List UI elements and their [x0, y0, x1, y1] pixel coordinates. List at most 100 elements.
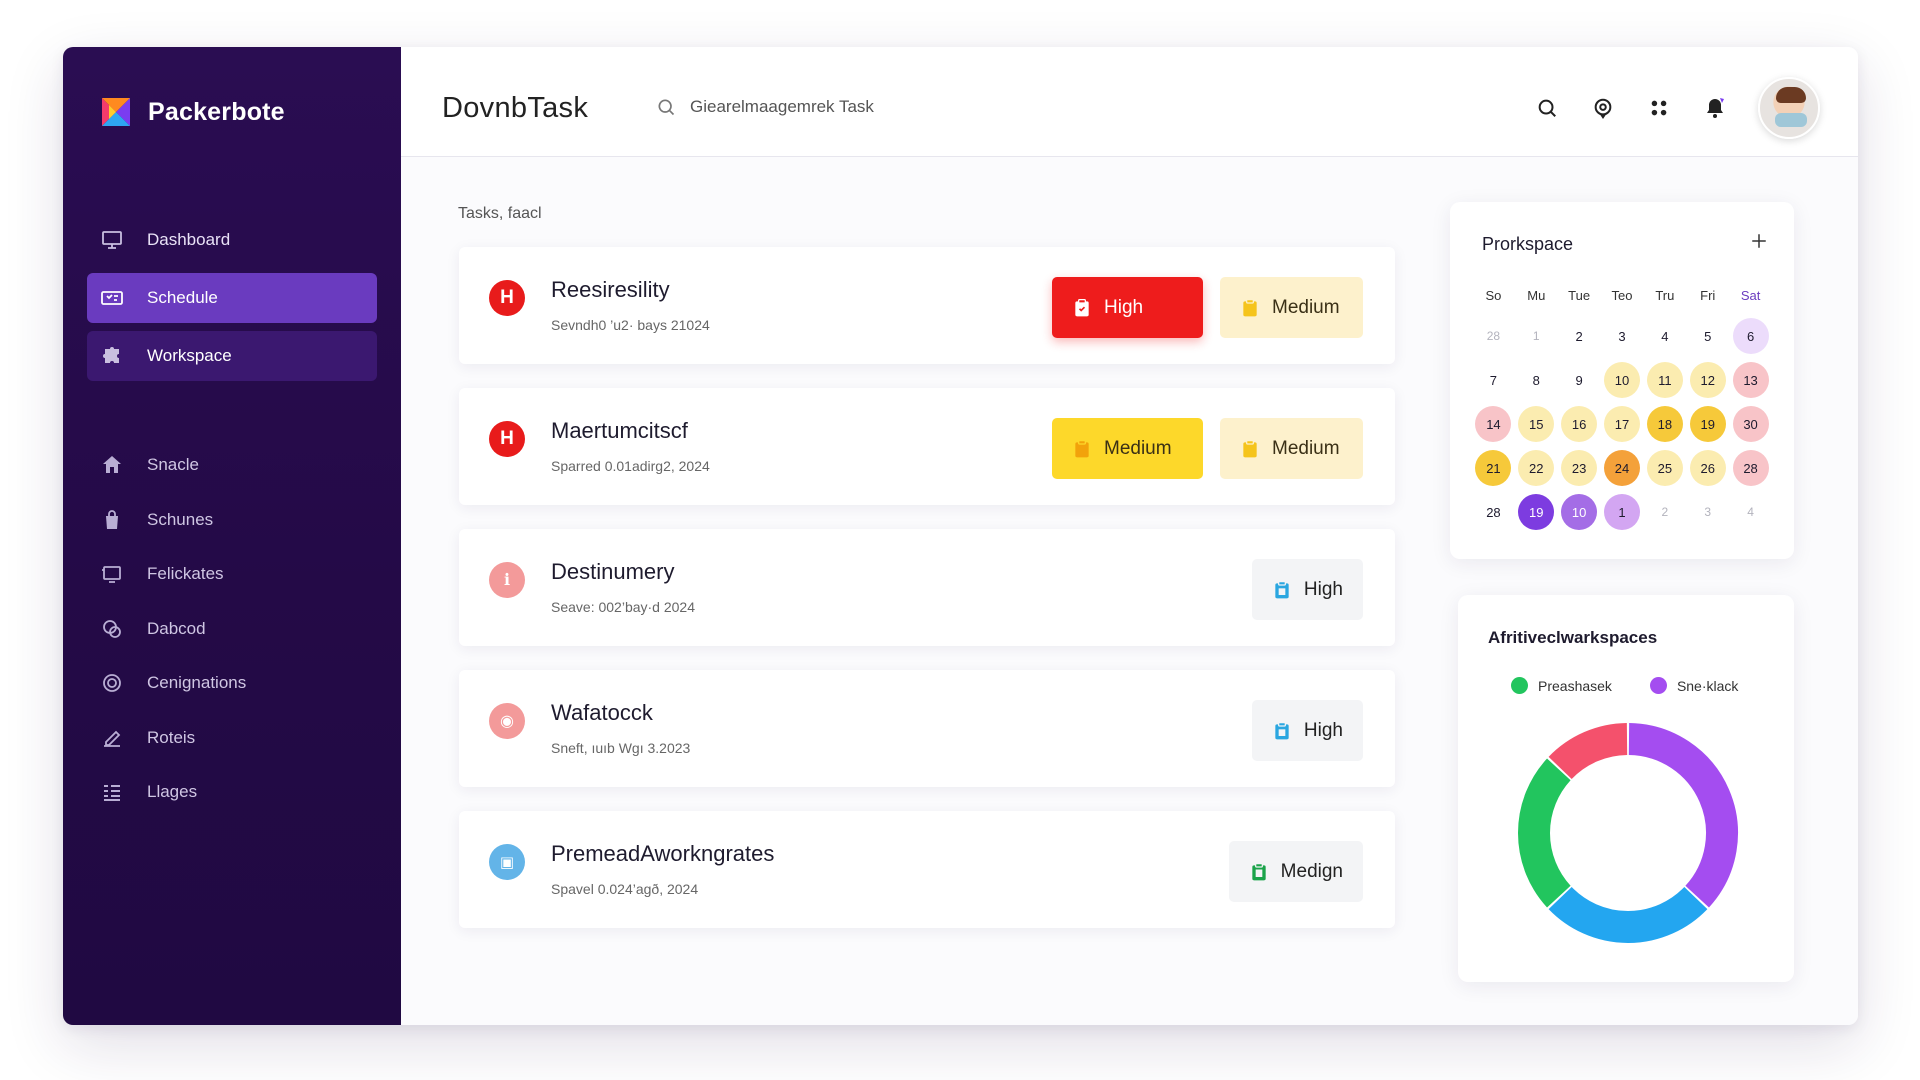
notification-bell-icon[interactable]	[1702, 95, 1728, 121]
calendar-day[interactable]: 1	[1515, 317, 1558, 355]
donut-chart	[1518, 723, 1738, 943]
badge-label: Medium	[1104, 437, 1172, 459]
calendar-day[interactable]: 10	[1601, 361, 1644, 399]
calendar-day[interactable]: 30	[1729, 405, 1772, 443]
calendar-day[interactable]: 8	[1515, 361, 1558, 399]
calendar-day[interactable]: 18	[1643, 405, 1686, 443]
sidebar-item-roteis[interactable]: Roteis	[87, 711, 377, 766]
legend-dot	[1649, 677, 1667, 694]
calendar-day[interactable]: 25	[1643, 449, 1686, 487]
calendar-day-number: 4	[1661, 328, 1669, 344]
search-icon[interactable]	[1534, 95, 1560, 121]
priority-badge-medium[interactable]: Medium	[1220, 418, 1363, 479]
calendar-day-number: 17	[1603, 406, 1640, 442]
calendar-day-number: 26	[1689, 450, 1726, 486]
calendar-day-number: 22	[1518, 450, 1555, 486]
calendar-day[interactable]: 11	[1643, 361, 1686, 399]
sidebar-item-snacle[interactable]: Snacle	[87, 438, 377, 493]
badge-label: High	[1104, 296, 1144, 318]
calendar-day-number: 24	[1603, 450, 1640, 486]
task-card[interactable]: ◉ Wafatocck Sneft, ıuıb Wgı 3.2023 High	[459, 670, 1395, 787]
clipboard-icon	[1275, 580, 1289, 598]
brand[interactable]: Packerbote	[96, 92, 285, 132]
calendar-day[interactable]: 23	[1558, 449, 1601, 487]
calendar-day[interactable]: 4	[1729, 493, 1772, 531]
task-card[interactable]: ℹ Destinumery Seave: 002’bay·d 2024 High	[459, 529, 1395, 646]
task-card[interactable]: ▣ PremeadAworkngrates Spavel 0.024’agð, …	[459, 811, 1395, 928]
calendar-day[interactable]: 9	[1558, 361, 1601, 399]
priority-badge-medium[interactable]: Medium	[1220, 277, 1363, 338]
search-input[interactable]: Giearelmaagemrek Task	[690, 97, 874, 117]
calendar-day[interactable]: 12	[1686, 361, 1729, 399]
sidebar-item-llages[interactable]: Llages	[87, 765, 377, 820]
icon-glyph: ℹ	[503, 572, 511, 589]
sidebar-item-schunes[interactable]: Schunes	[87, 493, 377, 548]
calendar-day[interactable]: 4	[1643, 317, 1686, 355]
priority-badge-medign[interactable]: Medign	[1228, 841, 1363, 902]
apps-grid-icon[interactable]	[1646, 95, 1672, 121]
priority-badge-high[interactable]: High	[1251, 700, 1363, 761]
calendar-day[interactable]: 22	[1515, 449, 1558, 487]
badge-label: Medign	[1280, 860, 1343, 882]
calendar-day-number: 6	[1732, 318, 1769, 354]
calendar-day[interactable]: 24	[1601, 449, 1644, 487]
sidebar-item-workspace[interactable]: Workspace	[87, 331, 377, 381]
calendar-day[interactable]: 13	[1729, 361, 1772, 399]
legend-dot	[1511, 677, 1528, 694]
sidebar-item-dashboard[interactable]: Dashboard	[87, 215, 377, 265]
calendar-day[interactable]: 5	[1686, 317, 1729, 355]
donut-segment[interactable]	[1628, 723, 1738, 908]
calendar-day[interactable]: 15	[1515, 405, 1558, 443]
calendar-day[interactable]: 17	[1601, 405, 1644, 443]
priority-badge-high[interactable]: High	[1251, 559, 1363, 620]
calendar-day[interactable]: 2	[1643, 493, 1686, 531]
calendar-day-number: 18	[1646, 406, 1683, 442]
task-card[interactable]: H Maertumcitscf Sparred 0.01adirg2, 2024…	[459, 388, 1395, 505]
plus-icon[interactable]	[1746, 228, 1772, 254]
calendar-day[interactable]: 6	[1729, 317, 1772, 355]
calendar-day[interactable]: 28	[1472, 317, 1515, 355]
calendar-day[interactable]: 19	[1686, 405, 1729, 443]
priority-badge-high[interactable]: High	[1052, 277, 1203, 338]
sidebar-item-label: Roteis	[147, 727, 196, 747]
calendar-day[interactable]: 3	[1601, 317, 1644, 355]
task-card[interactable]: H Reesiresility Sevndh0 ’u2· bays 21024 …	[459, 247, 1395, 364]
donut-segment[interactable]	[1548, 886, 1708, 943]
calendar-day[interactable]: 14	[1472, 405, 1515, 443]
sidebar-item-schedule[interactable]: Schedule	[87, 273, 377, 323]
calendar-day[interactable]: 26	[1686, 449, 1729, 487]
calendar-day[interactable]: 7	[1472, 361, 1515, 399]
main-area: DovnbTask Giearelmaagemrek Task Tasks, f…	[401, 47, 1858, 1025]
calendar-day[interactable]: 16	[1558, 405, 1601, 443]
calendar-day[interactable]: 28	[1729, 449, 1772, 487]
calendar-weekdays: So Mu Tue Teo Tru Fri Sat	[1472, 288, 1772, 303]
calendar-day-number: 16	[1561, 406, 1598, 442]
sidebar-item-dabcod[interactable]: Dabcod	[87, 602, 377, 657]
avatar[interactable]	[1758, 77, 1820, 139]
calendar-day[interactable]: 28	[1472, 493, 1515, 531]
icon-glyph: ◉	[500, 713, 514, 730]
legend-item: Preashasek	[1511, 677, 1612, 694]
donut-segment[interactable]	[1548, 723, 1628, 780]
calendar-day[interactable]: 21	[1472, 449, 1515, 487]
help-icon[interactable]	[1590, 95, 1616, 121]
sidebar-item-cenignations[interactable]: Cenignations	[87, 656, 377, 711]
calendar-day[interactable]: 3	[1686, 493, 1729, 531]
task-subtitle: Sevndh0 ’u2· bays 21024	[551, 317, 710, 333]
priority-badge-medium[interactable]: Medium	[1052, 418, 1203, 479]
search-bar[interactable]: Giearelmaagemrek Task	[656, 97, 874, 117]
calendar-day[interactable]: 1	[1601, 493, 1644, 531]
weekday-label: Sat	[1740, 288, 1761, 303]
calendar-day[interactable]: 19	[1515, 493, 1558, 531]
calendar-day-number: 10	[1561, 494, 1598, 530]
donut-segment[interactable]	[1518, 758, 1571, 908]
clipboard-icon	[1243, 298, 1257, 316]
task-subtitle: Seave: 002’bay·d 2024	[551, 599, 695, 615]
badge-label: Medium	[1272, 437, 1340, 459]
calendar-day[interactable]: 2	[1558, 317, 1601, 355]
calendar-day[interactable]: 10	[1558, 493, 1601, 531]
calendar-day-number: 19	[1518, 494, 1555, 530]
sidebar-item-felickates[interactable]: Felickates	[87, 547, 377, 602]
ticket-icon	[99, 285, 125, 311]
badge-label: Medium	[1272, 296, 1340, 318]
